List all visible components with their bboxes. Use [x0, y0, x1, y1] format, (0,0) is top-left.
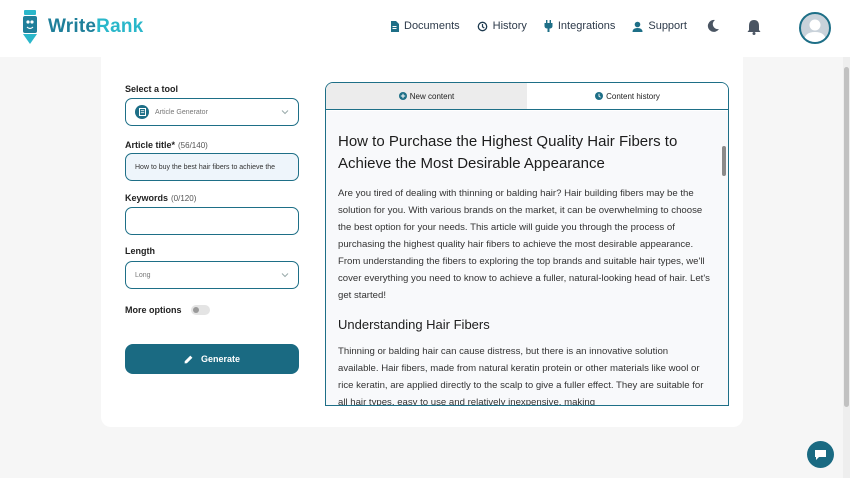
dark-mode-moon-icon[interactable]: [706, 19, 720, 33]
tab-new-content[interactable]: New content: [326, 83, 527, 109]
keywords-label: Keywords (0/120): [125, 193, 196, 203]
nav-documents-label: Documents: [404, 20, 460, 32]
generate-button-label: Generate: [200, 354, 241, 364]
plug-icon: [544, 20, 553, 32]
user-silhouette-icon: [804, 19, 826, 42]
section-heading: Understanding Hair Fibers: [338, 317, 490, 332]
keywords-label-text: Keywords: [125, 193, 169, 203]
tab-content-history[interactable]: Content history: [527, 83, 728, 109]
nav-integrations-label: Integrations: [557, 20, 616, 32]
output-panel: New content Content history How to Purch…: [325, 82, 729, 406]
tool-label: Select a tool: [125, 84, 179, 94]
page-scrollbar[interactable]: [843, 57, 850, 478]
nav-documents[interactable]: Documents: [390, 20, 460, 32]
tab-new-content-label: New content: [409, 91, 455, 101]
chat-bubble-icon: [815, 449, 826, 460]
generate-button[interactable]: Generate: [125, 344, 299, 374]
page-scrollbar-thumb[interactable]: [844, 67, 849, 407]
pencil-logo-icon: [23, 10, 37, 44]
toggle-knob: [193, 307, 199, 313]
generated-article: How to Purchase the Highest Quality Hair…: [326, 111, 728, 406]
length-select[interactable]: Long: [125, 261, 299, 289]
nav-support-label: Support: [648, 20, 687, 32]
notifications-bell-icon[interactable]: [747, 19, 761, 35]
article-title-label: Article title* (56/140): [125, 140, 208, 150]
tab-content-history-label: Content history: [606, 91, 660, 101]
article-title-input[interactable]: How to buy the best hair fibers to achie…: [125, 153, 299, 181]
logo-text-write: Write: [48, 16, 97, 37]
pencil-icon: [184, 355, 193, 363]
main-nav: Documents History Integrations Support: [390, 20, 704, 32]
output-tabs: New content Content history: [326, 83, 728, 110]
nav-history[interactable]: History: [477, 20, 527, 32]
nav-support[interactable]: Support: [632, 20, 687, 32]
history-icon: [477, 21, 487, 31]
article-title-label-text: Article title*: [125, 140, 176, 150]
document-icon: [391, 20, 399, 32]
article-generator-icon: [135, 105, 149, 119]
article-title-input-value: How to buy the best hair fibers to achie…: [135, 163, 276, 171]
section-body: Thinning or balding hair can cause distr…: [338, 346, 704, 406]
more-options-toggle[interactable]: [191, 305, 210, 315]
plus-circle-icon: [398, 92, 407, 100]
length-label: Length: [125, 246, 155, 256]
nav-integrations[interactable]: Integrations: [544, 20, 615, 32]
tool-select-value: Article Generator: [155, 108, 208, 116]
keywords-input[interactable]: [125, 207, 299, 235]
user-avatar[interactable]: [799, 12, 831, 44]
article-title: How to Purchase the Highest Quality Hair…: [338, 133, 678, 172]
article-scrollbar-thumb[interactable]: [722, 146, 726, 176]
logo-text: WriteRank: [48, 16, 143, 38]
support-agent-icon: [632, 21, 643, 32]
writerank-logo[interactable]: WriteRank: [20, 10, 143, 44]
length-select-value: Long: [135, 271, 151, 279]
nav-history-label: History: [492, 20, 527, 32]
chevron-down-icon: [281, 110, 289, 115]
generator-card: Select a tool Article Generator Article …: [101, 57, 743, 427]
history-icon: [595, 92, 604, 100]
article-intro: Are you tired of dealing with thinning o…: [338, 188, 710, 301]
tool-select[interactable]: Article Generator: [125, 98, 299, 126]
more-options-label: More options: [125, 305, 182, 315]
article-title-count: (56/140): [178, 141, 208, 150]
chat-support-button[interactable]: [807, 441, 834, 468]
logo-text-rank: Rank: [96, 16, 144, 37]
top-header: WriteRank Documents History Integrations…: [0, 0, 850, 57]
chevron-down-icon: [281, 273, 289, 278]
keywords-count: (0/120): [171, 194, 197, 203]
